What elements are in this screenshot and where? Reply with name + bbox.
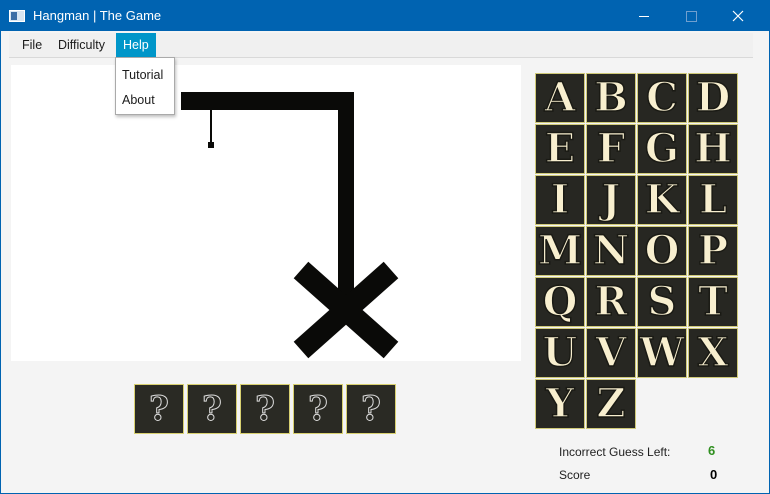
letter-glyph: Z — [596, 380, 627, 427]
letter-glyph: L — [698, 176, 728, 223]
window-title: Hangman | The Game — [33, 8, 162, 23]
letter-button-d[interactable]: D — [688, 73, 738, 123]
hidden-letter: ? — [202, 389, 223, 429]
letter-glyph: K — [644, 176, 680, 223]
letter-glyph: G — [644, 125, 680, 172]
letter-button-s[interactable]: S — [637, 277, 687, 327]
app-window-icon — [9, 10, 25, 22]
letter-glyph: J — [601, 176, 621, 223]
close-icon — [732, 10, 744, 22]
letter-glyph: R — [594, 278, 629, 325]
letter-button-p[interactable]: P — [688, 226, 738, 276]
score-value: 0 — [710, 467, 718, 482]
letter-button-l[interactable]: L — [688, 175, 738, 225]
letter-glyph: M — [537, 227, 583, 274]
letter-button-o[interactable]: O — [637, 226, 687, 276]
letter-glyph: F — [596, 125, 626, 172]
help-dropdown-menu: Tutorial About — [115, 57, 175, 115]
letter-glyph: C — [645, 74, 678, 121]
letter-glyph: E — [544, 125, 576, 172]
client-area: File Difficulty Help Tutorial About ? ? … — [1, 31, 769, 493]
letter-glyph: O — [644, 227, 680, 274]
rope-knot — [208, 142, 214, 148]
hidden-letter: ? — [149, 389, 170, 429]
letter-button-h[interactable]: H — [688, 124, 738, 174]
word-slot: ? — [240, 384, 290, 434]
letter-glyph: T — [697, 278, 728, 325]
word-slot: ? — [187, 384, 237, 434]
guesses-left-value: 6 — [708, 443, 716, 458]
letter-button-x[interactable]: X — [688, 328, 738, 378]
letter-glyph: A — [544, 74, 577, 121]
letter-button-u[interactable]: U — [535, 328, 585, 378]
letter-button-k[interactable]: K — [637, 175, 687, 225]
letter-button-z[interactable]: Z — [586, 379, 636, 429]
letter-glyph: N — [592, 227, 630, 274]
app-window: Hangman | The Game File Difficulty Help … — [0, 0, 770, 494]
letter-glyph: B — [593, 74, 628, 121]
word-slot: ? — [134, 384, 184, 434]
letter-button-g[interactable]: G — [637, 124, 687, 174]
hidden-letter: ? — [361, 389, 382, 429]
menu-item-about[interactable]: About — [122, 93, 155, 107]
letter-button-b[interactable]: B — [586, 73, 636, 123]
menu-difficulty[interactable]: Difficulty — [51, 33, 112, 57]
gallows-beam — [181, 92, 353, 110]
word-slot: ? — [346, 384, 396, 434]
menu-file[interactable]: File — [15, 33, 49, 57]
letter-button-q[interactable]: Q — [535, 277, 585, 327]
letter-button-w[interactable]: W — [637, 328, 687, 378]
letter-glyph: H — [693, 125, 732, 172]
hangman-canvas — [11, 65, 521, 361]
letter-button-n[interactable]: N — [586, 226, 636, 276]
letter-glyph: I — [550, 176, 570, 223]
score-label: Score — [559, 468, 591, 482]
letter-glyph: Q — [542, 278, 578, 325]
title-bar[interactable]: Hangman | The Game — [1, 1, 769, 31]
hidden-letter: ? — [255, 389, 276, 429]
hidden-letter: ? — [308, 389, 329, 429]
menu-help[interactable]: Help — [116, 33, 156, 57]
letter-button-f[interactable]: F — [586, 124, 636, 174]
letter-button-y[interactable]: Y — [535, 379, 585, 429]
letter-glyph: D — [695, 74, 731, 121]
letter-button-c[interactable]: C — [637, 73, 687, 123]
word-slot: ? — [293, 384, 343, 434]
stats-panel: Incorrect Guess Left: 6 Score 0 — [558, 441, 728, 485]
maximize-button[interactable] — [668, 1, 714, 31]
menu-bar: File Difficulty Help — [9, 33, 753, 58]
letter-button-t[interactable]: T — [688, 277, 738, 327]
minimize-button[interactable] — [621, 1, 667, 31]
menu-item-tutorial[interactable]: Tutorial — [122, 68, 163, 82]
gallows-pole — [338, 92, 354, 324]
incorrect-guesses-label: Incorrect Guess Left: — [559, 445, 671, 459]
letter-button-v[interactable]: V — [586, 328, 636, 378]
letter-button-i[interactable]: I — [535, 175, 585, 225]
letter-glyph: P — [697, 227, 729, 274]
letter-button-j[interactable]: J — [586, 175, 636, 225]
letter-button-r[interactable]: R — [586, 277, 636, 327]
letter-glyph: X — [697, 329, 730, 376]
letter-button-m[interactable]: M — [535, 226, 585, 276]
letter-glyph: U — [542, 329, 578, 376]
letter-glyph: Y — [545, 380, 575, 427]
letter-glyph: V — [595, 329, 628, 376]
letter-button-e[interactable]: E — [535, 124, 585, 174]
letter-glyph: S — [647, 278, 677, 325]
close-button[interactable] — [715, 1, 761, 31]
hangman-drawing — [181, 92, 399, 359]
letter-button-a[interactable]: A — [535, 73, 585, 123]
letter-keyboard: ABCD EFGH IJKL MNOP QRST UVWX YZ — [535, 73, 741, 431]
letter-glyph: W — [639, 329, 685, 376]
